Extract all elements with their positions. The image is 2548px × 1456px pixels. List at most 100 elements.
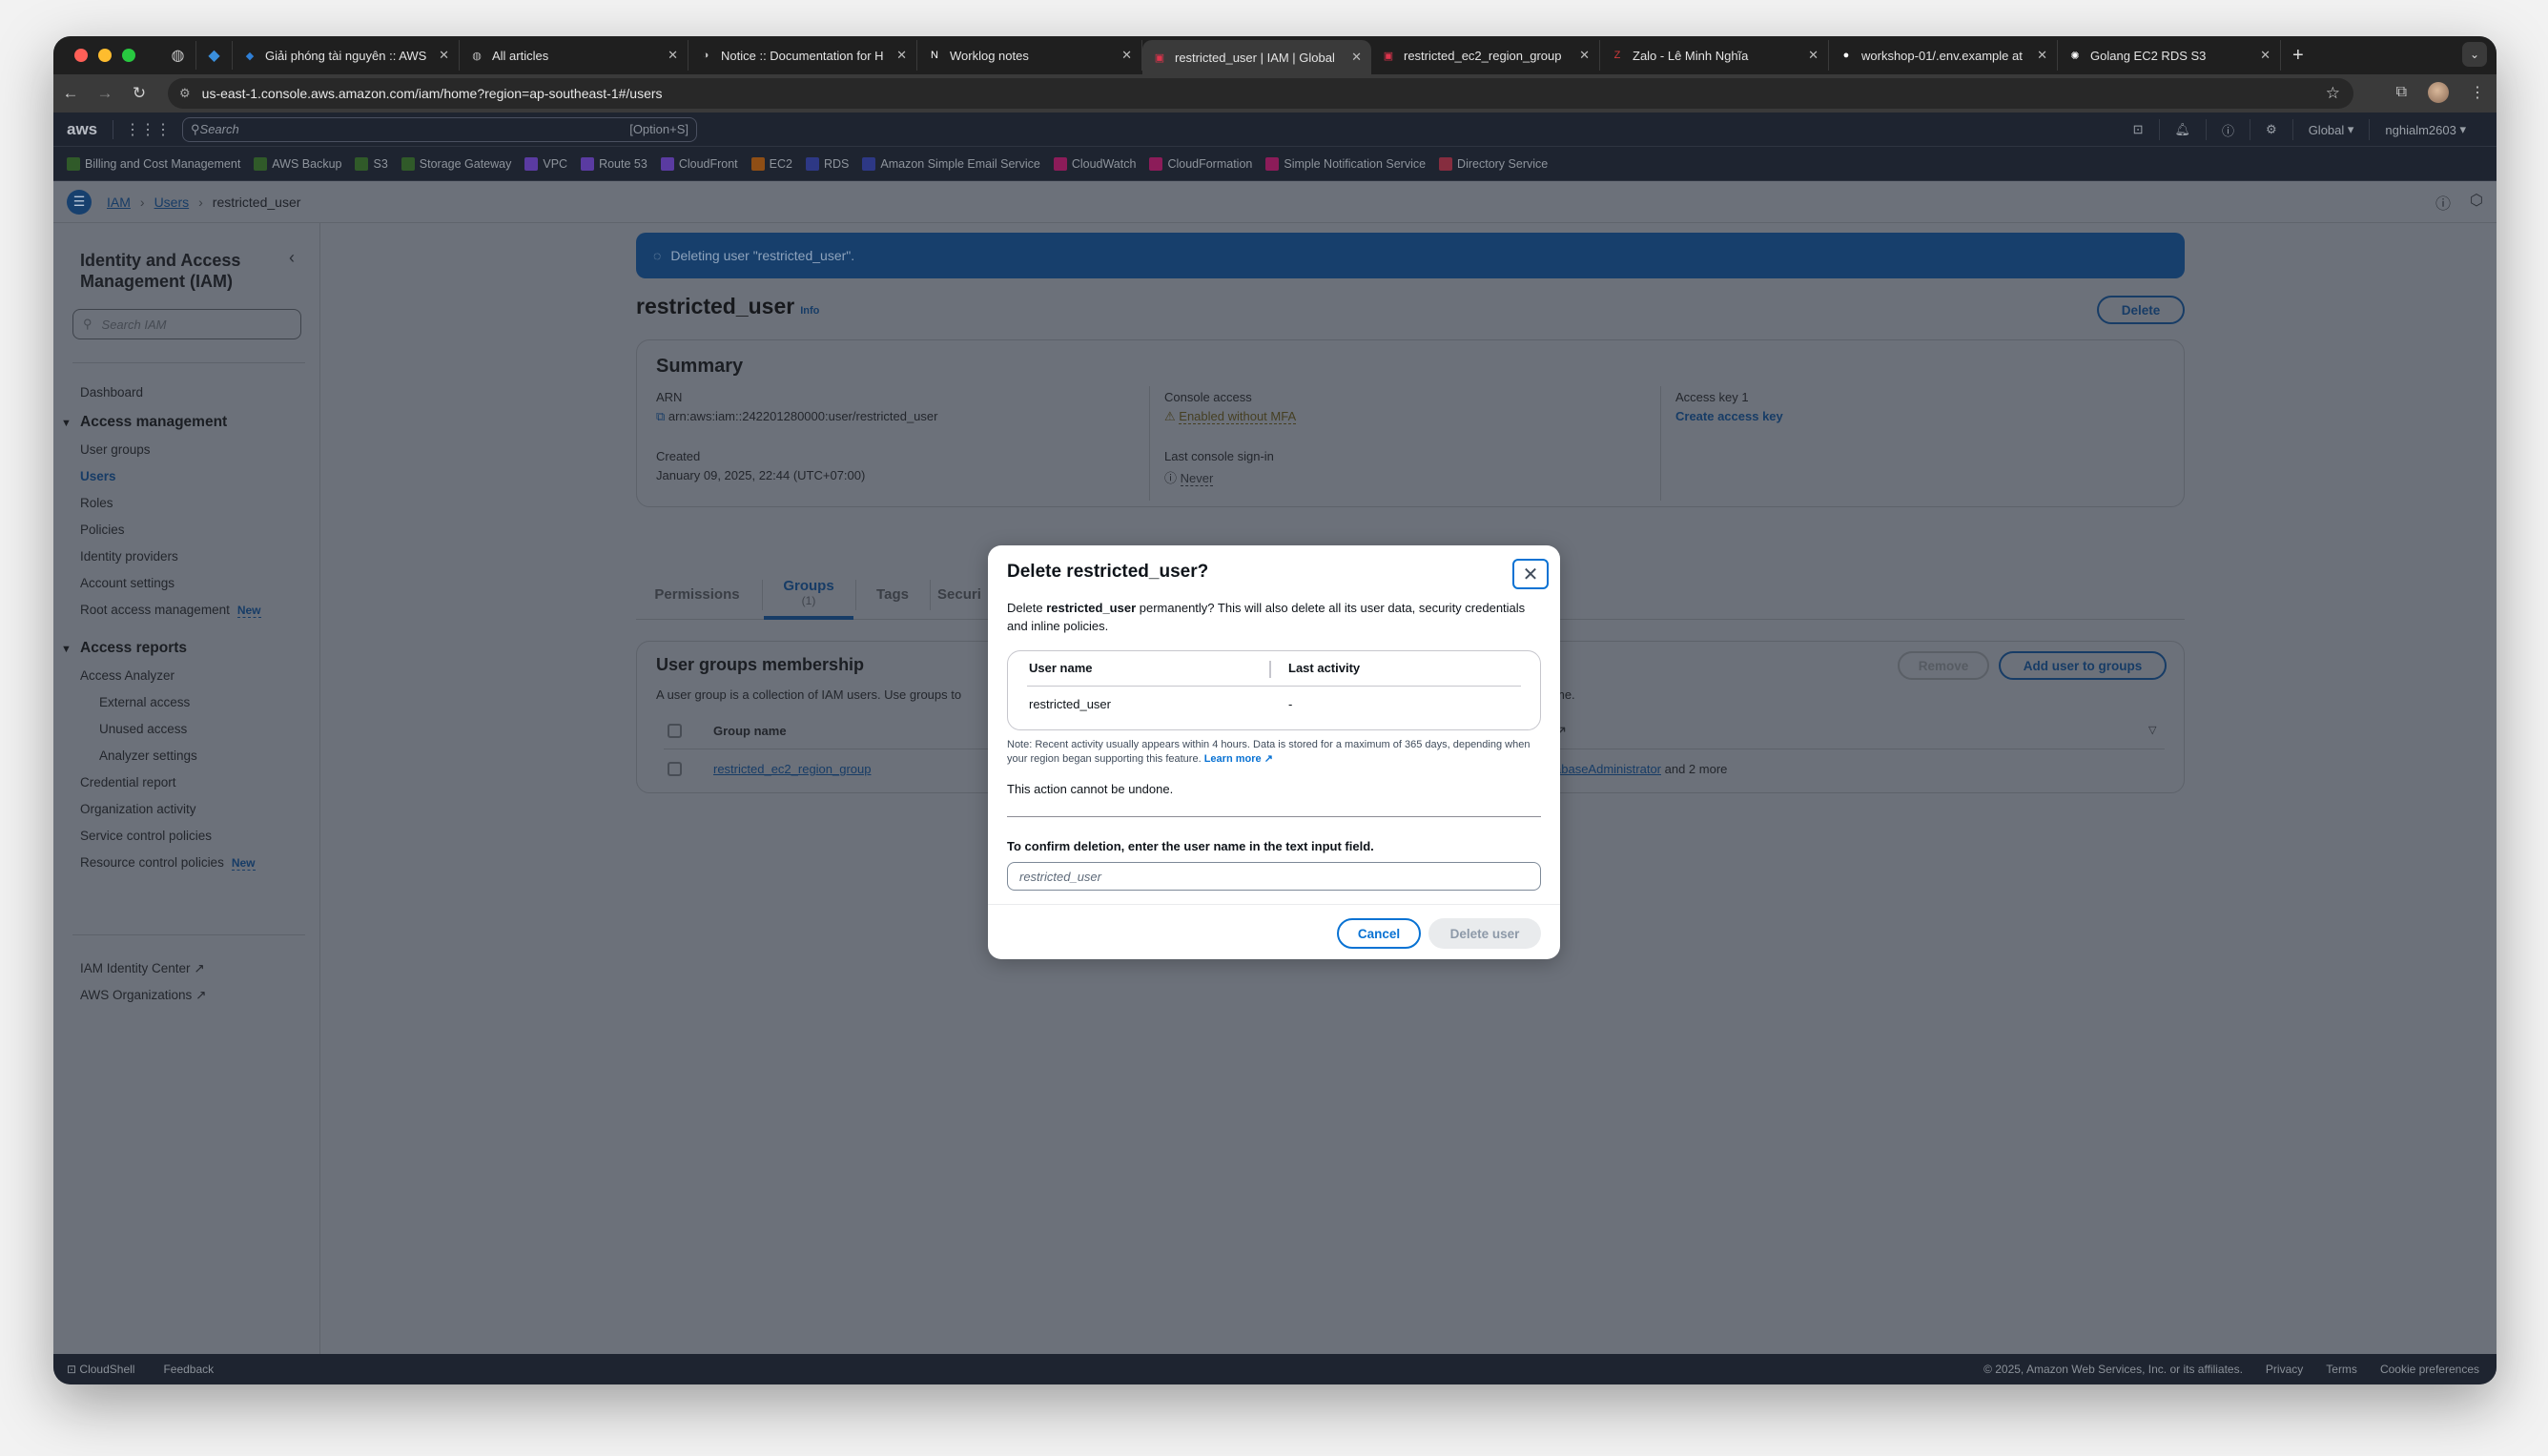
region-selector[interactable]: Global ▾ xyxy=(2291,119,2370,140)
terms-link[interactable]: Terms xyxy=(2326,1363,2357,1376)
favorite-service[interactable]: CloudFormation xyxy=(1149,156,1252,171)
sidebar-item-dashboard[interactable]: Dashboard xyxy=(80,385,143,400)
minimize-window-button[interactable] xyxy=(98,49,112,62)
reload-button[interactable]: ↻ xyxy=(122,84,156,103)
group-link[interactable]: restricted_ec2_region_group xyxy=(713,762,872,776)
create-access-key-link[interactable]: Create access key xyxy=(1675,409,1783,423)
sort-caret-icon[interactable]: ▽ xyxy=(2148,724,2156,736)
close-tab-icon[interactable]: ✕ xyxy=(2037,48,2047,63)
info-panel-icon[interactable]: ⓘ xyxy=(2435,191,2451,214)
favorite-service[interactable]: CloudFront xyxy=(660,156,738,171)
cancel-button[interactable]: Cancel xyxy=(1337,918,1421,949)
close-window-button[interactable] xyxy=(74,49,88,62)
column-resizer[interactable] xyxy=(1269,661,1271,678)
sidebar-item-resource-control-policies[interactable]: Resource control policies New xyxy=(80,855,256,871)
profile-avatar[interactable] xyxy=(2428,82,2449,103)
menu-toggle-icon[interactable]: ☰ xyxy=(67,189,92,215)
delete-user-button[interactable]: Delete xyxy=(2097,296,2185,324)
close-tab-icon[interactable]: ✕ xyxy=(1808,48,1819,63)
close-tab-icon[interactable]: ✕ xyxy=(1351,50,1362,65)
privacy-link[interactable]: Privacy xyxy=(2266,1363,2303,1376)
extensions-icon[interactable]: ⧉ xyxy=(2396,84,2407,101)
favorite-service[interactable]: Amazon Simple Email Service xyxy=(862,156,1040,171)
sidebar-item-identity-providers[interactable]: Identity providers xyxy=(80,549,178,564)
sidebar-item-external-access[interactable]: External access xyxy=(99,695,190,709)
maximize-window-button[interactable] xyxy=(122,49,135,62)
sidebar-item-organization-activity[interactable]: Organization activity xyxy=(80,802,196,816)
tab-search-button[interactable]: ⌄ xyxy=(2462,42,2487,67)
modal-close-button[interactable]: ✕ xyxy=(1512,559,1549,589)
collapse-sidebar-icon[interactable]: ‹ xyxy=(289,248,295,268)
sidebar-item-user-groups[interactable]: User groups xyxy=(80,442,151,457)
breadcrumb-iam[interactable]: IAM xyxy=(107,195,131,210)
favorite-service[interactable]: AWS Backup xyxy=(254,156,341,171)
tab-permissions[interactable]: Permissions xyxy=(636,568,758,620)
sidebar-item-roles[interactable]: Roles xyxy=(80,496,113,510)
services-grid-icon[interactable]: ⋮⋮⋮ xyxy=(113,119,171,139)
aws-logo[interactable]: aws xyxy=(53,120,101,139)
favorite-service[interactable]: EC2 xyxy=(750,156,792,171)
sidebar-item-access-analyzer[interactable]: Access Analyzer xyxy=(80,668,175,683)
sidebar-section-access-management[interactable]: Access management xyxy=(80,414,227,431)
browser-tab[interactable]: Z Zalo - Lê Minh Nghĩa ✕ xyxy=(1600,40,1829,71)
favorite-service[interactable]: Simple Notification Service xyxy=(1265,156,1426,171)
favorite-service[interactable]: S3 xyxy=(355,156,388,171)
back-button[interactable]: ← xyxy=(53,84,88,103)
browser-tab[interactable]: ◍ All articles ✕ xyxy=(460,40,688,71)
info-link[interactable]: Info xyxy=(800,305,819,317)
cloudshell-button[interactable]: ⊡ CloudShell xyxy=(67,1363,134,1376)
caret-down-icon[interactable]: ▼ xyxy=(61,418,72,429)
close-tab-icon[interactable]: ✕ xyxy=(1121,48,1132,63)
address-bar[interactable]: ⚙ us-east-1.console.aws.amazon.com/iam/h… xyxy=(168,78,2353,109)
close-tab-icon[interactable]: ✕ xyxy=(439,48,449,63)
recent-activity-icon[interactable]: ⬡ xyxy=(2470,191,2483,214)
favorite-service[interactable]: VPC xyxy=(524,156,567,171)
url-text[interactable]: us-east-1.console.aws.amazon.com/iam/hom… xyxy=(202,86,663,101)
sidebar-item-unused-access[interactable]: Unused access xyxy=(99,722,187,736)
favorite-service[interactable]: RDS xyxy=(805,156,849,171)
feedback-link[interactable]: Feedback xyxy=(163,1363,214,1376)
close-tab-icon[interactable]: ✕ xyxy=(1579,48,1590,63)
caret-down-icon[interactable]: ▼ xyxy=(61,644,72,655)
close-tab-icon[interactable]: ✕ xyxy=(2260,48,2271,63)
browser-tab[interactable]: ✺ Golang EC2 RDS S3 ✕ xyxy=(2058,40,2281,71)
browser-tab[interactable]: ● workshop-01/.env.example at ✕ xyxy=(1829,40,2058,71)
browser-menu-icon[interactable]: ⋮ xyxy=(2470,83,2485,102)
browser-tab[interactable]: N Worklog notes ✕ xyxy=(917,40,1142,71)
account-menu[interactable]: nghialm2603 ▾ xyxy=(2369,119,2481,140)
forward-button[interactable]: → xyxy=(88,84,122,103)
browser-tab[interactable]: ▣ restricted_ec2_region_group ✕ xyxy=(1371,40,1600,71)
favorite-service[interactable]: CloudWatch xyxy=(1053,156,1136,171)
bookmark-star-icon[interactable]: ☆ xyxy=(2326,84,2340,103)
remove-button[interactable]: Remove xyxy=(1898,651,1989,680)
sidebar-item-credential-report[interactable]: Credential report xyxy=(80,775,176,790)
console-search-input[interactable]: ⚲ Search [Option+S] xyxy=(182,116,697,142)
favorite-service[interactable]: Directory Service xyxy=(1439,156,1548,171)
console-access-value[interactable]: ⚠ Enabled without MFA xyxy=(1164,409,1297,424)
site-info-icon[interactable]: ⚙ xyxy=(179,86,191,101)
close-tab-icon[interactable]: ✕ xyxy=(896,48,907,63)
help-icon[interactable]: ⓘ xyxy=(2206,119,2250,140)
browser-tab[interactable]: ◆ Giải phóng tài nguyên :: AWS ✕ xyxy=(233,40,460,71)
sidebar-search-input[interactable]: ⚲ Search IAM xyxy=(72,309,301,339)
favorite-service[interactable]: Route 53 xyxy=(581,156,647,171)
pinned-tab-gem[interactable]: ◆ xyxy=(196,41,233,70)
pinned-tab-globe[interactable]: ◍ xyxy=(160,41,196,70)
tab-tags[interactable]: Tags xyxy=(857,568,928,620)
settings-gear-icon[interactable]: ⚙ xyxy=(2250,119,2292,140)
add-user-to-groups-button[interactable]: Add user to groups xyxy=(1999,651,2167,680)
sidebar-item-account-settings[interactable]: Account settings xyxy=(80,576,175,590)
select-all-checkbox[interactable] xyxy=(668,724,682,738)
sidebar-item-root-access-management[interactable]: Root access management New xyxy=(80,603,261,618)
cloudshell-icon[interactable]: ⊡ xyxy=(2118,119,2159,140)
sidebar-item-users[interactable]: Users xyxy=(80,469,116,483)
sidebar-item-policies[interactable]: Policies xyxy=(80,523,125,537)
sidebar-item-service-control-policies[interactable]: Service control policies xyxy=(80,829,212,843)
learn-more-link[interactable]: Learn more ↗ xyxy=(1204,753,1273,765)
favorite-service[interactable]: Billing and Cost Management xyxy=(67,156,240,171)
browser-tab[interactable]: ◑ Notice :: Documentation for H ✕ xyxy=(688,40,917,71)
sidebar-item-analyzer-settings[interactable]: Analyzer settings xyxy=(99,749,197,763)
last-signin-value[interactable]: ⓘ Never xyxy=(1164,468,1214,486)
browser-tab[interactable]: ▣ restricted_user | IAM | Global ✕ xyxy=(1142,40,1371,74)
close-tab-icon[interactable]: ✕ xyxy=(668,48,678,63)
